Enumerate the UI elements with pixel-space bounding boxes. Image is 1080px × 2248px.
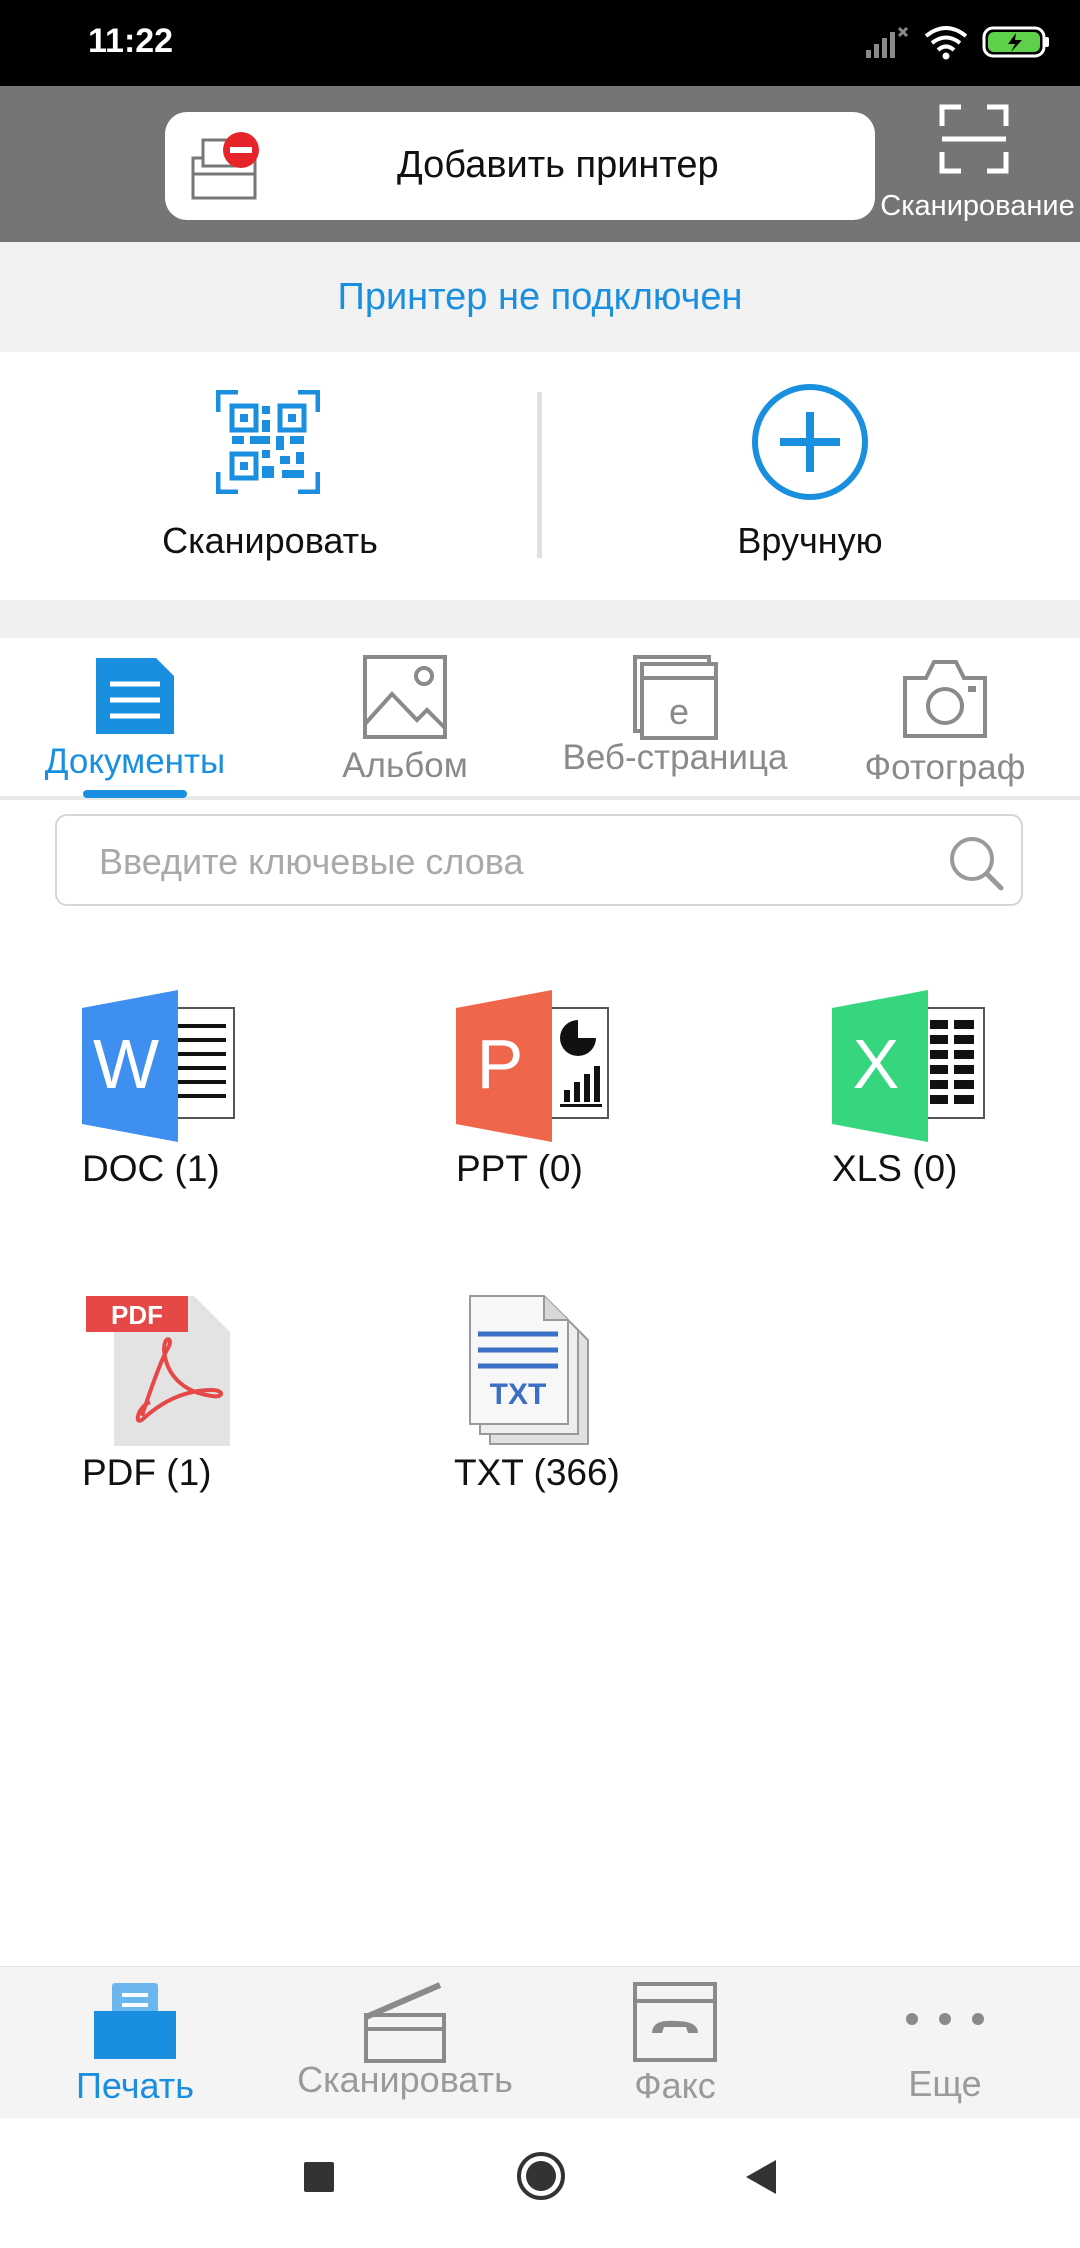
connection-status-text: Принтер не подключен xyxy=(337,276,743,318)
nav-print[interactable]: Печать xyxy=(0,1967,270,2119)
file-type-doc-label: DOC (1) xyxy=(82,1148,220,1189)
tab-photographer[interactable]: Фотограф xyxy=(810,638,1080,798)
file-type-txt-label: TXT (366) xyxy=(454,1452,620,1493)
add-circle-icon xyxy=(750,382,870,507)
svg-text:e: e xyxy=(669,691,689,732)
status-bar: 11:22 xyxy=(0,0,1080,86)
nav-more-label: Еще xyxy=(908,2063,982,2104)
connection-status-bar[interactable]: Принтер не подключен xyxy=(0,242,1080,352)
camera-icon xyxy=(902,656,988,745)
file-type-xls-label: XLS (0) xyxy=(832,1148,958,1189)
search-box[interactable] xyxy=(55,814,1023,906)
scan-top-button[interactable]: Сканирование xyxy=(875,100,1080,240)
excel-icon: X xyxy=(832,990,986,1147)
search-icon[interactable] xyxy=(947,834,1005,897)
add-printer-button[interactable]: Добавить принтер xyxy=(165,112,875,220)
battery-icon xyxy=(982,25,1052,64)
file-type-pdf[interactable]: PDF PDF (1) xyxy=(82,1294,342,1554)
nav-scan[interactable]: Сканировать xyxy=(270,1967,540,2119)
webpage-icon: e xyxy=(632,654,718,745)
tab-documents[interactable]: Документы xyxy=(0,638,270,798)
system-navigation xyxy=(0,2118,1080,2248)
qr-code-icon xyxy=(215,389,321,499)
pdf-badge-text: PDF xyxy=(111,1300,163,1330)
active-tab-indicator xyxy=(83,790,187,798)
fax-icon xyxy=(632,1981,718,2068)
search-input[interactable] xyxy=(97,834,921,890)
manual-add-label: Вручную xyxy=(737,520,883,561)
file-type-xls[interactable]: X XLS (0) xyxy=(832,990,1080,1250)
file-type-pdf-label: PDF (1) xyxy=(82,1452,212,1493)
manual-add-button[interactable]: Вручную xyxy=(540,352,1080,600)
document-icon xyxy=(92,654,178,743)
image-icon xyxy=(362,654,448,745)
scan-top-label: Сканирование xyxy=(880,190,1075,222)
wifi-icon xyxy=(924,24,968,65)
txt-badge-text: TXT xyxy=(490,1378,547,1411)
svg-text:X: X xyxy=(853,1025,900,1103)
file-type-ppt-label: PPT (0) xyxy=(456,1148,583,1189)
svg-text:P: P xyxy=(477,1025,524,1103)
nav-scan-label: Сканировать xyxy=(297,2059,513,2100)
signal-icon xyxy=(864,24,910,65)
section-separator xyxy=(0,600,1080,638)
nav-fax[interactable]: Факс xyxy=(540,1967,810,2119)
tab-webpage-label: Веб-страница xyxy=(562,738,788,777)
recents-button[interactable] xyxy=(302,2160,336,2199)
tab-webpage[interactable]: e Веб-страница xyxy=(540,638,810,798)
tab-photographer-label: Фотограф xyxy=(864,748,1026,787)
nav-more[interactable]: Еще xyxy=(810,1967,1080,2119)
home-button[interactable] xyxy=(515,2150,567,2207)
bottom-navigation: Печать Сканировать Факс Еще xyxy=(0,1966,1080,2119)
file-type-ppt[interactable]: P PPT (0) xyxy=(456,990,716,1250)
scanner-icon xyxy=(362,1981,448,2068)
print-icon xyxy=(92,1981,178,2066)
svg-text:W: W xyxy=(93,1025,159,1103)
nav-fax-label: Факс xyxy=(634,2065,716,2106)
more-icon xyxy=(904,2011,986,2032)
file-type-doc[interactable]: W DOC (1) xyxy=(82,990,342,1250)
add-printer-label: Добавить принтер xyxy=(397,144,719,186)
scan-qr-label: Сканировать xyxy=(162,520,378,561)
powerpoint-icon: P xyxy=(456,990,610,1147)
nav-print-label: Печать xyxy=(76,2065,194,2106)
content-tabs: Документы Альбом e Веб-страница Фотограф xyxy=(0,638,1080,798)
tab-documents-label: Документы xyxy=(44,742,226,781)
back-button[interactable] xyxy=(744,2158,778,2201)
printer-disconnected-icon xyxy=(189,130,265,207)
txt-icon: TXT xyxy=(468,1294,598,1451)
tab-album[interactable]: Альбом xyxy=(270,638,540,798)
status-time: 11:22 xyxy=(88,22,174,60)
pdf-icon: PDF xyxy=(82,1294,232,1451)
actions-divider xyxy=(537,392,542,558)
scan-frame-icon xyxy=(939,104,1009,179)
word-icon: W xyxy=(82,990,236,1147)
scan-qr-button[interactable]: Сканировать xyxy=(0,352,540,600)
file-type-txt[interactable]: TXT TXT (366) xyxy=(454,1294,714,1554)
tab-album-label: Альбом xyxy=(342,746,468,785)
